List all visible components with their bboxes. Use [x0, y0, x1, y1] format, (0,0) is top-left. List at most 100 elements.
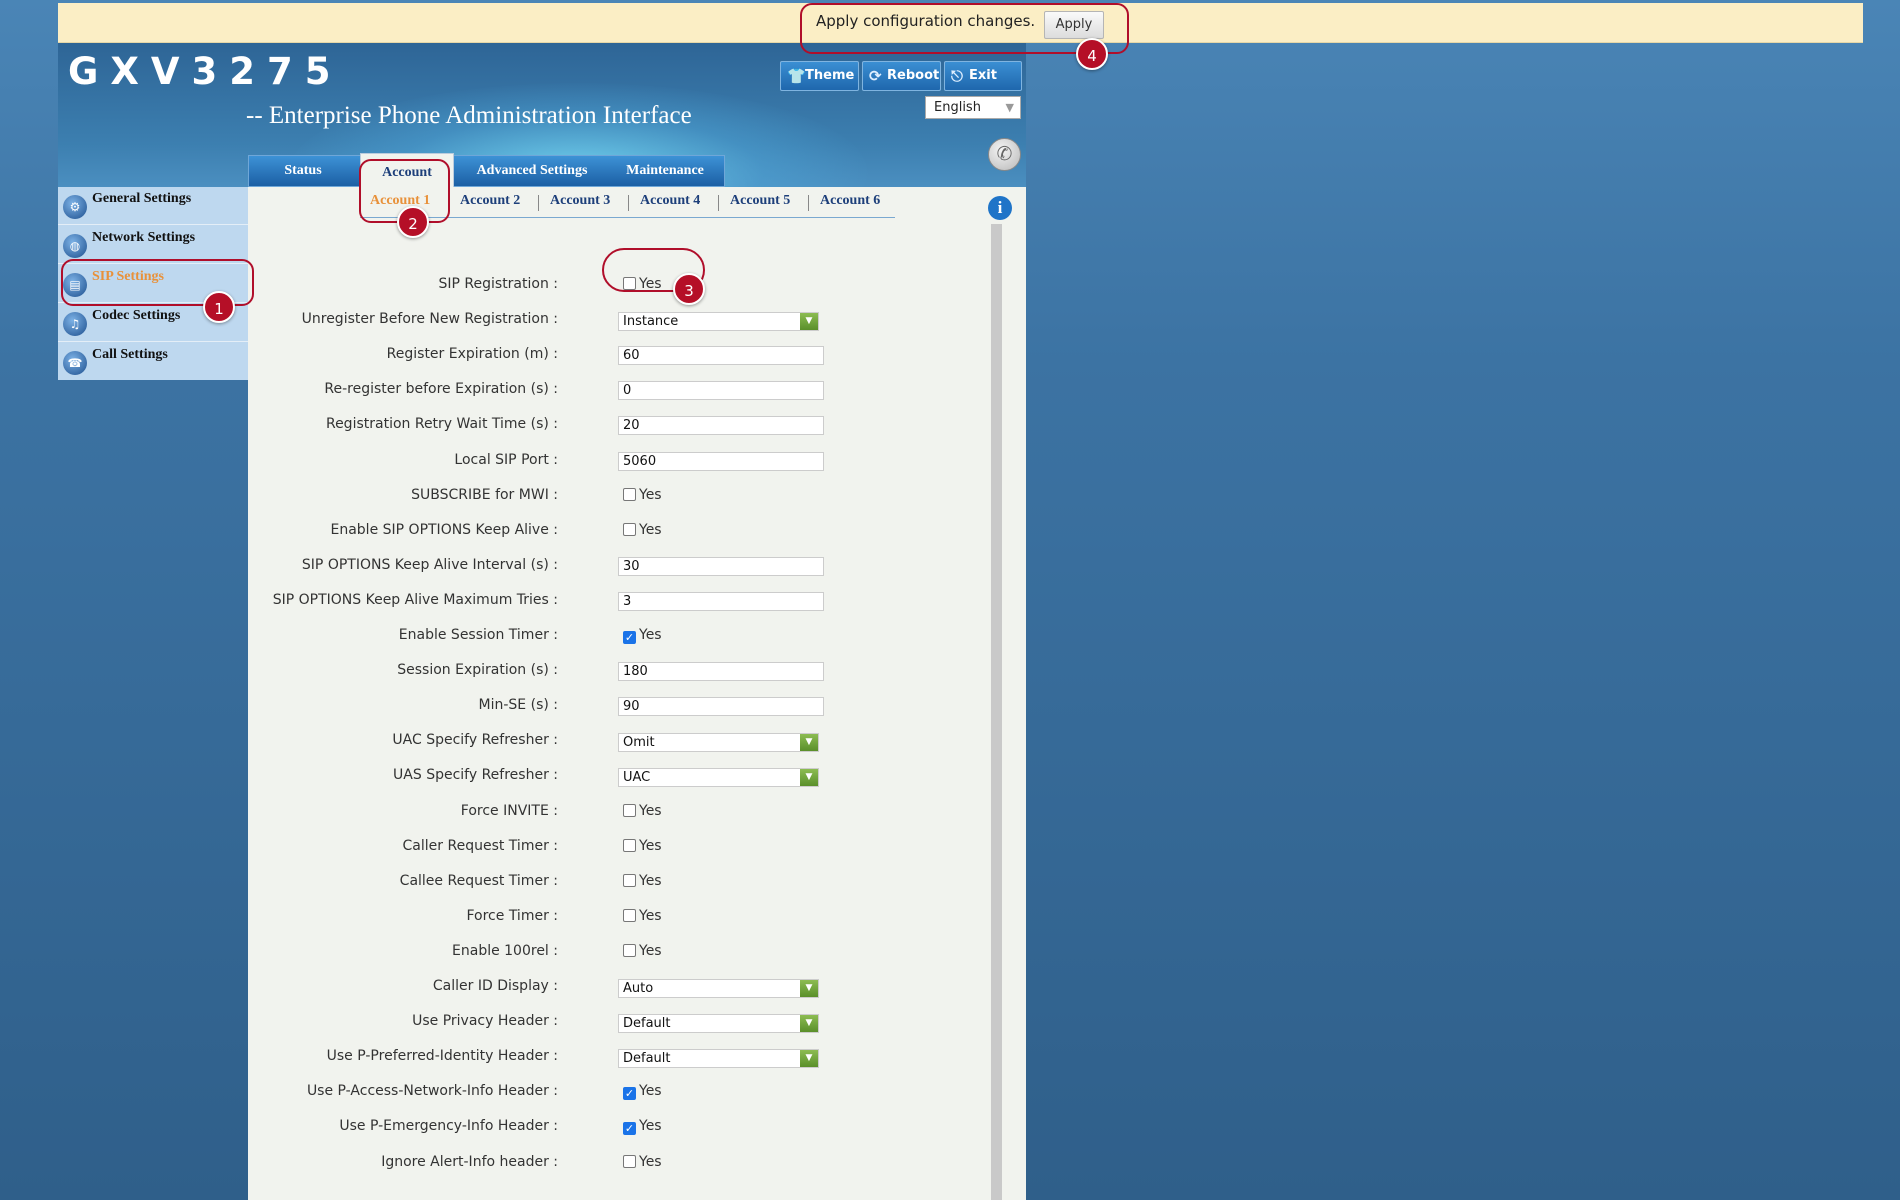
sidebar-item-call-settings[interactable]: ☎ Call Settings	[58, 343, 248, 381]
yes-checkbox[interactable]: ✓ Yes	[623, 1083, 662, 1100]
exit-icon: ⎋	[951, 67, 963, 85]
yes-checkbox[interactable]: Yes	[623, 908, 662, 924]
dropdown-select[interactable]: UAC ▼	[618, 768, 819, 787]
tab-status[interactable]: Status	[259, 156, 347, 188]
codec-icon: ♫	[63, 312, 87, 336]
checkbox-label: Yes	[639, 943, 662, 959]
yes-checkbox[interactable]: Yes	[623, 522, 662, 538]
phone-icon[interactable]: ✆	[988, 138, 1021, 171]
subtab-account-4[interactable]: Account 4	[640, 193, 700, 209]
tab-maintenance[interactable]: Maintenance	[615, 156, 715, 188]
text-input[interactable]: 30	[618, 557, 824, 576]
subtab-account-3[interactable]: Account 3	[550, 193, 610, 209]
subtab-separator	[718, 195, 719, 211]
field-label: SIP Registration :	[438, 276, 559, 292]
yes-checkbox[interactable]: Yes	[623, 838, 662, 854]
text-input[interactable]: 3	[618, 592, 824, 611]
yes-checkbox[interactable]: Yes	[623, 487, 662, 503]
exit-button[interactable]: ⎋ Exit	[944, 61, 1022, 91]
checkbox-label: Yes	[639, 803, 662, 819]
checkbox-label: Yes	[639, 1118, 662, 1134]
checkbox-checked[interactable]: ✓	[623, 631, 636, 644]
checkbox-label: Yes	[639, 627, 662, 643]
checkbox-label: Yes	[639, 873, 662, 889]
yes-checkbox[interactable]: Yes	[623, 1154, 662, 1170]
text-input[interactable]: 60	[618, 346, 824, 365]
subtab-separator	[628, 195, 629, 211]
field-label: UAC Specify Refresher :	[392, 732, 558, 748]
dropdown-select[interactable]: Omit ▼	[618, 733, 819, 752]
checkbox-label: Yes	[639, 522, 662, 538]
dropdown-select[interactable]: Auto ▼	[618, 979, 819, 998]
chevron-down-icon: ▼	[800, 1015, 818, 1032]
field-label: Use P-Emergency-Info Header :	[339, 1118, 558, 1134]
subtab-account-2[interactable]: Account 2	[460, 193, 520, 209]
field-label: Use P-Access-Network-Info Header :	[306, 1083, 558, 1099]
text-input[interactable]: 180	[618, 662, 824, 681]
dropdown-select[interactable]: Default ▼	[618, 1014, 819, 1033]
chevron-down-icon: ▼	[800, 313, 818, 330]
checkbox-unchecked[interactable]	[623, 839, 636, 852]
field-label: Use Privacy Header :	[412, 1013, 558, 1029]
subtab-account-5[interactable]: Account 5	[730, 193, 790, 209]
subtab-account-6[interactable]: Account 6	[820, 193, 880, 209]
dropdown-value: Instance	[623, 314, 679, 329]
reboot-button[interactable]: ⟳ Reboot	[862, 61, 941, 91]
yes-checkbox[interactable]: ✓ Yes	[623, 1118, 662, 1135]
dropdown-select[interactable]: Default ▼	[618, 1049, 819, 1068]
field-label: Enable SIP OPTIONS Keep Alive :	[330, 522, 559, 538]
field-label: Callee Request Timer :	[399, 873, 558, 889]
yes-checkbox[interactable]: Yes	[623, 873, 662, 889]
text-input[interactable]: 90	[618, 697, 824, 716]
field-label: Re-register before Expiration (s) :	[324, 381, 558, 397]
checkbox-unchecked[interactable]	[623, 523, 636, 536]
language-value: English	[934, 100, 981, 115]
refresh-icon: ⟳	[869, 67, 882, 85]
subtab-separator	[808, 195, 809, 211]
text-input[interactable]: 5060	[618, 452, 824, 471]
checkbox-checked[interactable]: ✓	[623, 1122, 636, 1135]
checkbox-label: Yes	[639, 838, 662, 854]
checkbox-checked[interactable]: ✓	[623, 1087, 636, 1100]
yes-checkbox[interactable]: Yes	[623, 943, 662, 959]
field-label: Enable 100rel :	[452, 943, 558, 959]
field-label: UAS Specify Refresher :	[393, 767, 558, 783]
checkbox-unchecked[interactable]	[623, 804, 636, 817]
chevron-down-icon: ▼	[800, 769, 818, 786]
dropdown-select[interactable]: Instance ▼	[618, 312, 819, 331]
text-input[interactable]: 0	[618, 381, 824, 400]
yes-checkbox[interactable]: ✓ Yes	[623, 627, 662, 644]
annotation-marker-2: 2	[397, 206, 429, 238]
tab-advanced-settings[interactable]: Advanced Settings	[462, 156, 602, 188]
gear-icon: ⚙	[63, 195, 87, 219]
checkbox-unchecked[interactable]	[623, 1155, 636, 1168]
exit-label: Exit	[969, 68, 997, 83]
sidebar-item-general-settings[interactable]: ⚙ General Settings	[58, 187, 248, 225]
field-label: SIP OPTIONS Keep Alive Maximum Tries :	[272, 592, 558, 608]
sidebar-item-label: General Settings	[92, 191, 192, 206]
chevron-down-icon: ▼	[800, 980, 818, 997]
checkbox-unchecked[interactable]	[623, 874, 636, 887]
text-input[interactable]: 20	[618, 416, 824, 435]
dropdown-value: Auto	[623, 981, 654, 996]
checkbox-unchecked[interactable]	[623, 944, 636, 957]
content-scrollbar[interactable]	[991, 224, 1002, 1200]
field-label: Min-SE (s) :	[478, 697, 558, 713]
annotation-marker-3: 3	[673, 273, 705, 305]
dropdown-value: Omit	[623, 735, 655, 750]
checkbox-unchecked[interactable]	[623, 488, 636, 501]
field-label: Register Expiration (m) :	[386, 346, 558, 362]
dropdown-value: Default	[623, 1051, 671, 1066]
checkbox-unchecked[interactable]	[623, 909, 636, 922]
chevron-down-icon: ▼	[1005, 101, 1014, 114]
field-label: Session Expiration (s) :	[397, 662, 558, 678]
globe-icon: ◍	[63, 234, 87, 258]
telephone-icon: ☎	[63, 351, 87, 375]
field-label: Force INVITE :	[460, 803, 558, 819]
shirt-icon: 👕	[787, 67, 806, 85]
info-icon[interactable]: i	[988, 196, 1012, 220]
language-select[interactable]: English ▼	[925, 96, 1021, 119]
yes-checkbox[interactable]: Yes	[623, 803, 662, 819]
theme-button[interactable]: 👕 Theme	[780, 61, 859, 91]
sidebar-item-label: Call Settings	[92, 347, 168, 362]
